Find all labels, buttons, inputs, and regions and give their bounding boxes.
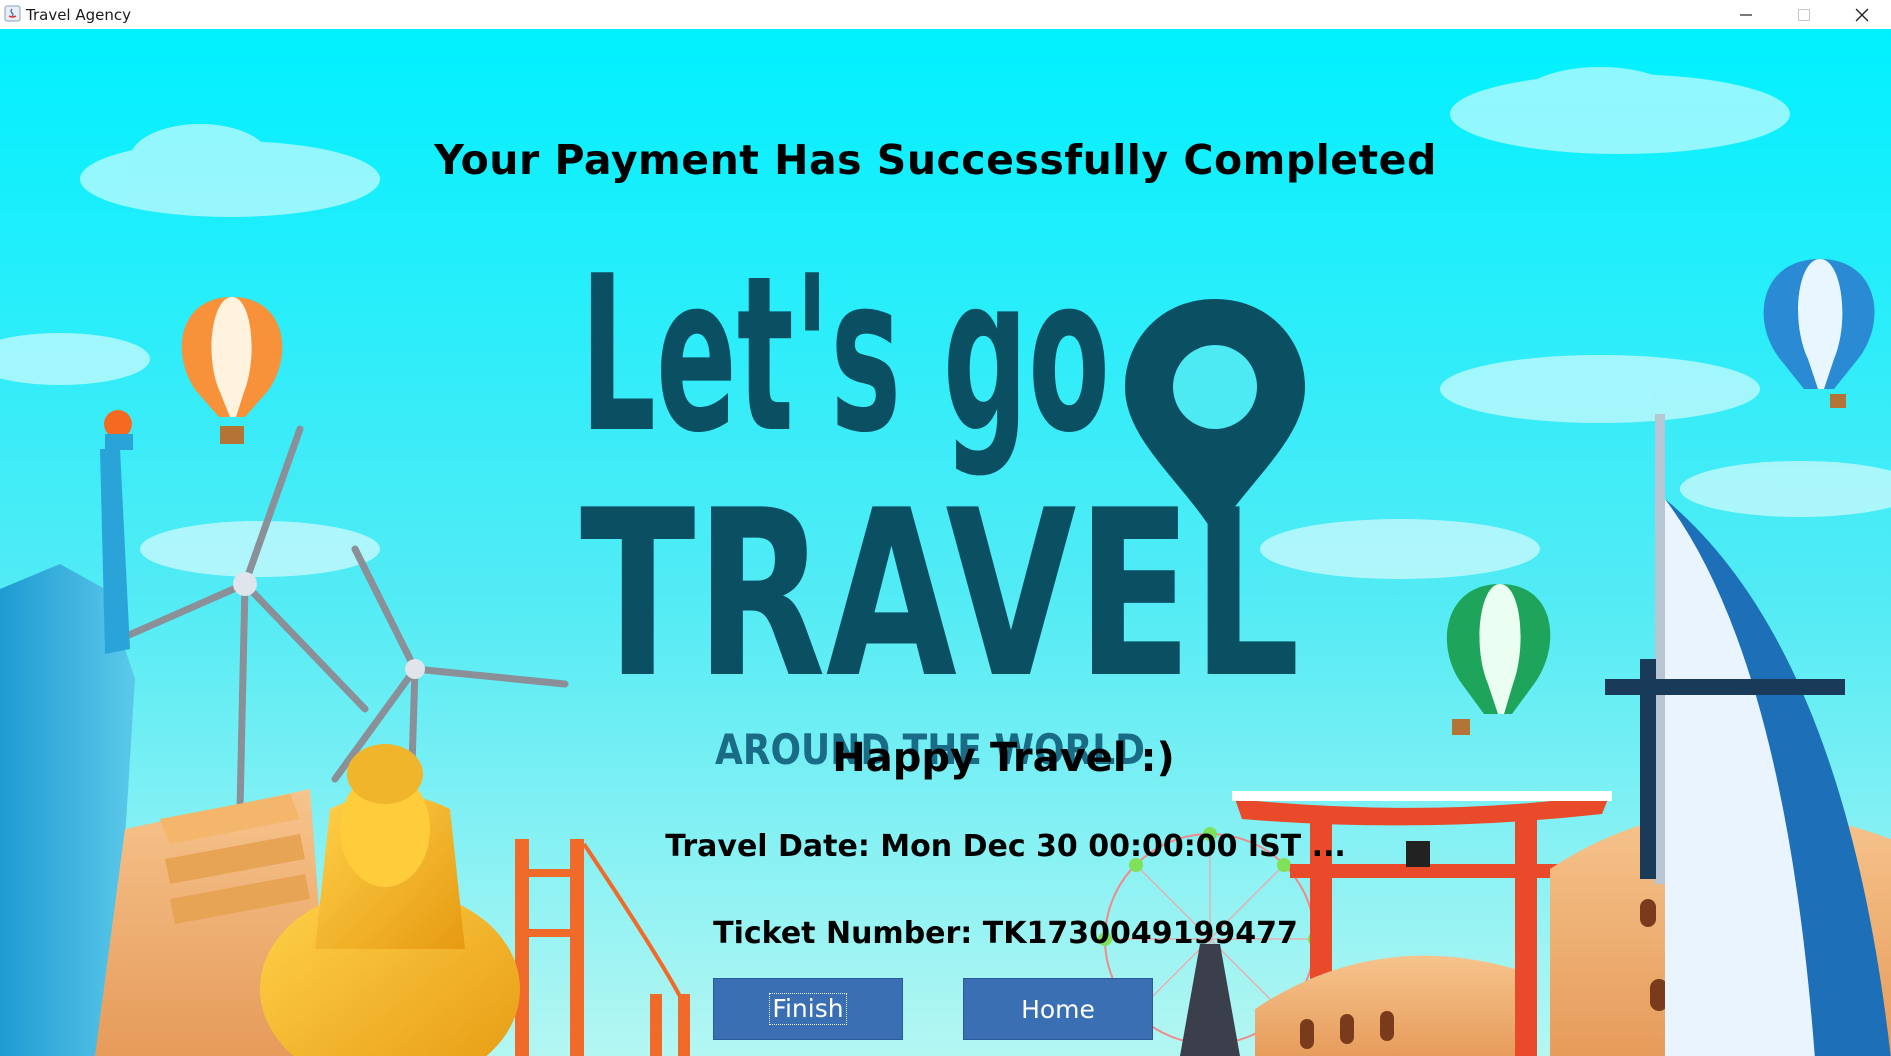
ticket-number-text: Ticket Number: TK1730049199477 xyxy=(713,916,1298,951)
home-button[interactable]: Home xyxy=(963,978,1153,1040)
window-title: Travel Agency xyxy=(26,6,131,24)
payment-success-heading: Your Payment Has Successfully Completed xyxy=(434,136,1437,184)
window-titlebar: Travel Agency xyxy=(0,0,1891,30)
maximize-icon xyxy=(1798,8,1810,21)
logo-line-travel: TRAVEL xyxy=(580,462,1300,729)
maximize-button[interactable] xyxy=(1775,0,1833,29)
payment-success-panel: Your Payment Has Successfully Completed … xyxy=(0,29,1891,1056)
travel-date-text: Travel Date: Mon Dec 30 00:00:00 IST ... xyxy=(665,829,1346,864)
minimize-icon xyxy=(1740,13,1752,16)
lets-go-travel-logo: Let's go TRAVEL AROUND THE WORLD xyxy=(580,229,1305,769)
java-app-icon xyxy=(4,5,21,22)
finish-button-label: Finish xyxy=(769,993,847,1025)
home-button-label: Home xyxy=(1021,994,1095,1024)
minimize-button[interactable] xyxy=(1717,0,1775,29)
logo-line-lets-go: Let's go xyxy=(580,229,1110,480)
close-icon xyxy=(1855,8,1869,21)
happy-travel-text: Happy Travel :) xyxy=(832,735,1175,781)
finish-button[interactable]: Finish xyxy=(713,978,903,1040)
close-button[interactable] xyxy=(1833,0,1891,29)
